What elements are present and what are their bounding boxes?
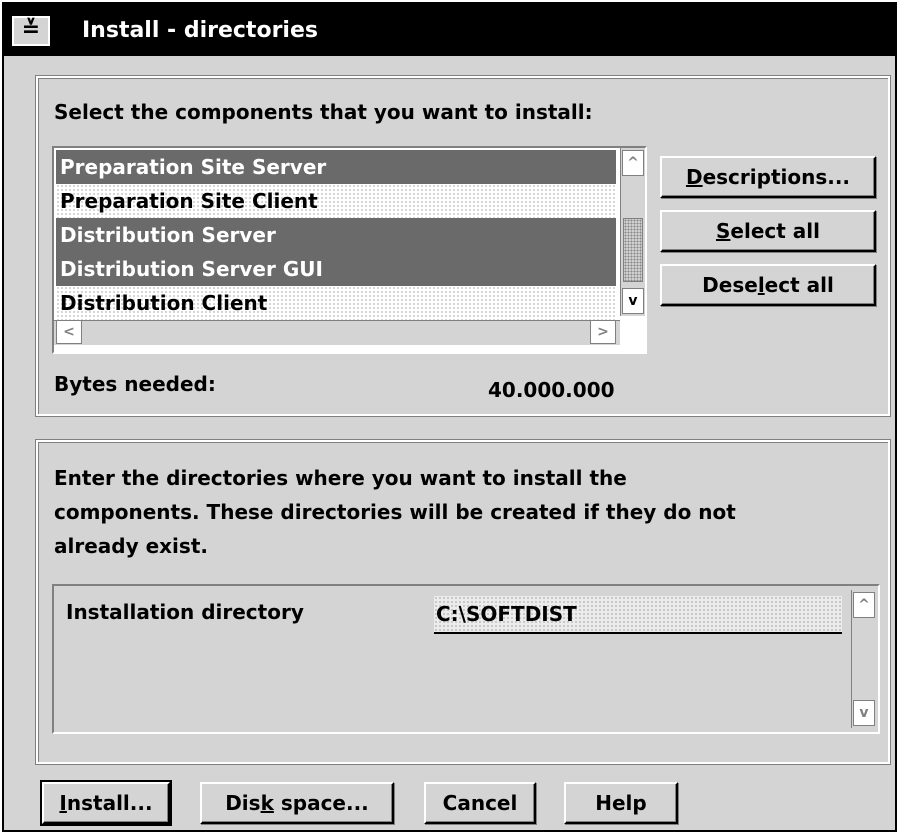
list-item-distribution-client[interactable]: Distribution Client	[56, 286, 616, 320]
disk-space-label-pre: Dis	[225, 791, 261, 815]
directories-instructions-line-3: already exist.	[54, 534, 208, 558]
deselect-all-label-post: ect all	[764, 273, 834, 297]
select-all-label: elect all	[730, 219, 820, 243]
list-item-distribution-server-gui[interactable]: Distribution Server GUI	[56, 252, 616, 286]
components-list: Preparation Site Server Preparation Site…	[56, 150, 616, 320]
components-listbox[interactable]: Preparation Site Server Preparation Site…	[52, 146, 647, 354]
scroll-up-icon[interactable]: ^	[853, 592, 875, 618]
system-menu-icon[interactable]: ≚	[12, 16, 50, 46]
scroll-thumb[interactable]	[623, 218, 643, 282]
bytes-needed-label: Bytes needed:	[54, 372, 216, 396]
descriptions-mnemonic: D	[685, 165, 703, 189]
disk-space-label-post: space...	[273, 791, 369, 815]
scroll-down-icon[interactable]: v	[853, 700, 875, 726]
help-button[interactable]: Help	[564, 782, 678, 824]
components-prompt: Select the components that you want to i…	[54, 100, 593, 124]
select-all-mnemonic: S	[716, 219, 731, 243]
install-button[interactable]: Install...	[40, 780, 172, 826]
list-item-preparation-site-client[interactable]: Preparation Site Client	[56, 184, 616, 218]
installation-directory-input[interactable]	[434, 596, 842, 634]
select-all-button[interactable]: Select all	[660, 210, 876, 252]
descriptions-button[interactable]: Descriptions...	[660, 156, 876, 198]
deselect-all-mnemonic: l	[757, 273, 765, 297]
directories-vertical-scrollbar[interactable]: ^ v	[851, 590, 876, 728]
scroll-up-icon[interactable]: ^	[622, 150, 644, 176]
installation-directory-label: Installation directory	[66, 600, 304, 624]
descriptions-label: escriptions...	[702, 165, 851, 189]
directory-entry-area: Installation directory ^ v	[52, 584, 880, 734]
components-horizontal-scrollbar[interactable]: < >	[54, 320, 620, 345]
title-bar[interactable]: ≚ Install - directories	[4, 4, 895, 56]
disk-space-button[interactable]: Disk space...	[200, 782, 394, 824]
scroll-right-icon[interactable]: >	[590, 320, 616, 344]
list-item-distribution-server[interactable]: Distribution Server	[56, 218, 616, 252]
install-label: nstall...	[66, 791, 153, 815]
bytes-needed-value: 40.000.000	[488, 378, 615, 402]
list-item-preparation-site-server[interactable]: Preparation Site Server	[56, 150, 616, 184]
install-directories-dialog: ≚ Install - directories Select the compo…	[2, 2, 897, 832]
scroll-left-icon[interactable]: <	[56, 320, 82, 344]
components-vertical-scrollbar[interactable]: ^ v	[620, 148, 645, 316]
deselect-all-label-pre: Dese	[702, 273, 758, 297]
cancel-button[interactable]: Cancel	[424, 782, 536, 824]
install-mnemonic: I	[59, 791, 67, 815]
disk-space-mnemonic: k	[260, 791, 274, 815]
deselect-all-button[interactable]: Deselect all	[660, 264, 876, 306]
scroll-down-icon[interactable]: v	[622, 288, 644, 314]
directories-instructions-line-2: components. These directories will be cr…	[54, 500, 736, 524]
directories-instructions-line-1: Enter the directories where you want to …	[54, 466, 627, 490]
window-title: Install - directories	[82, 18, 318, 43]
